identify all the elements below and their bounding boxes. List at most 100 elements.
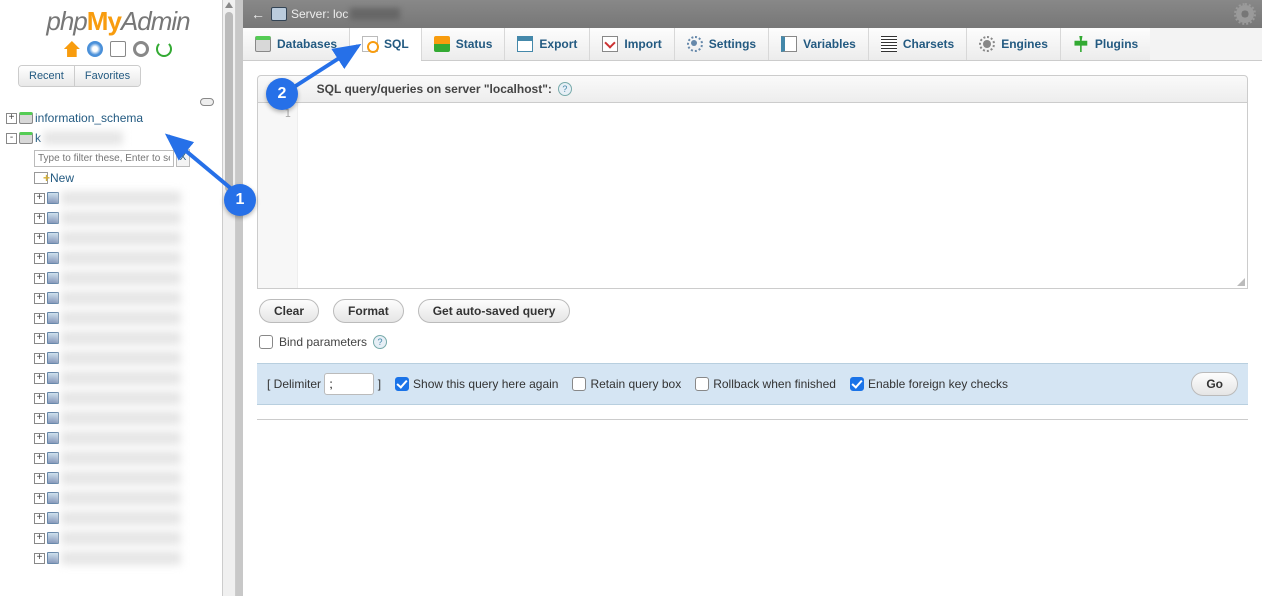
rollback-checkbox[interactable]	[695, 377, 709, 391]
tab-variables[interactable]: Variables	[768, 28, 868, 60]
table-row[interactable]: +	[34, 208, 232, 228]
table-row[interactable]: +	[34, 188, 232, 208]
show-again-option[interactable]: Show this query here again	[395, 377, 558, 391]
table-row[interactable]: +	[34, 508, 232, 528]
expand-icon[interactable]: +	[34, 553, 45, 564]
query-window-icon[interactable]	[110, 41, 126, 57]
table-row[interactable]: +	[34, 368, 232, 388]
expand-icon[interactable]: +	[34, 533, 45, 544]
expand-icon[interactable]: +	[34, 193, 45, 204]
table-row[interactable]: +	[34, 528, 232, 548]
table-row[interactable]: +	[34, 388, 232, 408]
table-row[interactable]: +	[34, 448, 232, 468]
table-row[interactable]: +	[34, 348, 232, 368]
back-arrow-icon[interactable]: ←	[251, 6, 271, 22]
reload-icon[interactable]	[156, 41, 172, 57]
logo[interactable]: phpMyAdmin	[0, 0, 236, 39]
tab-plugins[interactable]: Plugins	[1060, 28, 1150, 60]
tab-recent[interactable]: Recent	[19, 66, 74, 86]
db-node-selected[interactable]: - k	[6, 128, 232, 148]
get-autosaved-button[interactable]: Get auto-saved query	[418, 299, 571, 323]
expand-icon[interactable]: +	[34, 513, 45, 524]
tab-import[interactable]: Import	[589, 28, 673, 60]
show-again-checkbox[interactable]	[395, 377, 409, 391]
table-row[interactable]: +	[34, 488, 232, 508]
server-label[interactable]: Server: loc	[291, 7, 348, 21]
go-button[interactable]: Go	[1191, 372, 1238, 396]
table-row[interactable]: +	[34, 248, 232, 268]
expand-icon[interactable]: +	[34, 393, 45, 404]
sidebar-scrollbar[interactable]	[222, 0, 236, 596]
tab-settings[interactable]: Settings	[674, 28, 768, 60]
table-row[interactable]: +	[34, 408, 232, 428]
table-name-blurred	[61, 391, 181, 405]
tab-databases[interactable]: Databases	[243, 28, 349, 60]
collapse-icon[interactable]: -	[6, 133, 17, 144]
nav-settings-icon[interactable]	[133, 41, 149, 57]
clear-filter-button[interactable]: X	[176, 149, 190, 167]
tab-favorites[interactable]: Favorites	[74, 66, 140, 86]
expand-icon[interactable]: +	[34, 353, 45, 364]
tree-filter-input[interactable]	[34, 150, 174, 167]
help-icon[interactable]: ?	[558, 82, 572, 96]
table-row[interactable]: +	[34, 228, 232, 248]
fk-checkbox[interactable]	[850, 377, 864, 391]
logout-icon[interactable]	[87, 41, 103, 57]
tab-status[interactable]: Status	[421, 28, 505, 60]
table-row[interactable]: +	[34, 428, 232, 448]
splitter[interactable]	[236, 0, 243, 596]
resize-handle-icon[interactable]	[1237, 278, 1245, 286]
table-row[interactable]: +	[34, 468, 232, 488]
rollback-option[interactable]: Rollback when finished	[695, 377, 836, 391]
format-button[interactable]: Format	[333, 299, 404, 323]
sql-editor[interactable]: 1	[257, 103, 1248, 289]
expand-icon[interactable]: +	[34, 213, 45, 224]
scroll-up-icon[interactable]	[225, 2, 233, 8]
table-row[interactable]: +	[34, 328, 232, 348]
bind-params-checkbox[interactable]	[259, 335, 273, 349]
expand-icon[interactable]: +	[34, 233, 45, 244]
db-node-information-schema[interactable]: + information_schema	[6, 108, 232, 128]
plugins-icon	[1073, 36, 1089, 52]
tab-sql[interactable]: SQL	[349, 28, 421, 61]
new-table-link[interactable]: New	[34, 168, 232, 188]
expand-icon[interactable]: +	[34, 373, 45, 384]
retain-checkbox[interactable]	[572, 377, 586, 391]
table-icon	[47, 512, 59, 524]
table-name-blurred	[61, 431, 181, 445]
tab-engines[interactable]: Engines	[966, 28, 1060, 60]
expand-icon[interactable]: +	[34, 273, 45, 284]
table-icon	[47, 312, 59, 324]
expand-icon[interactable]: +	[34, 433, 45, 444]
expand-icon[interactable]: +	[34, 453, 45, 464]
options-bar: [ Delimiter ] Show this query here again…	[257, 363, 1248, 405]
clear-button[interactable]: Clear	[259, 299, 319, 323]
expand-icon[interactable]: +	[34, 473, 45, 484]
home-icon[interactable]	[64, 41, 80, 57]
expand-icon[interactable]: +	[34, 293, 45, 304]
scrollbar-thumb[interactable]	[225, 12, 233, 192]
help-icon[interactable]: ?	[373, 335, 387, 349]
expand-icon[interactable]: +	[6, 113, 17, 124]
bind-params-row: Bind parameters ?	[257, 331, 1248, 363]
databases-icon	[255, 36, 271, 52]
table-row[interactable]: +	[34, 268, 232, 288]
expand-icon[interactable]: +	[34, 493, 45, 504]
expand-icon[interactable]: +	[34, 313, 45, 324]
delimiter-input[interactable]	[324, 373, 374, 395]
table-row[interactable]: +	[34, 288, 232, 308]
bind-params-label: Bind parameters	[279, 335, 367, 349]
tab-export[interactable]: Export	[504, 28, 589, 60]
retain-option[interactable]: Retain query box	[572, 377, 681, 391]
table-row[interactable]: +	[34, 548, 232, 568]
editor-code-area[interactable]	[298, 103, 1247, 288]
table-row[interactable]: +	[34, 308, 232, 328]
db-label: information_schema	[35, 108, 143, 128]
page-settings-icon[interactable]	[1236, 5, 1254, 23]
expand-icon[interactable]: +	[34, 253, 45, 264]
tab-charsets[interactable]: Charsets	[868, 28, 966, 60]
fk-option[interactable]: Enable foreign key checks	[850, 377, 1008, 391]
link-icon[interactable]	[200, 98, 214, 106]
expand-icon[interactable]: +	[34, 333, 45, 344]
expand-icon[interactable]: +	[34, 413, 45, 424]
